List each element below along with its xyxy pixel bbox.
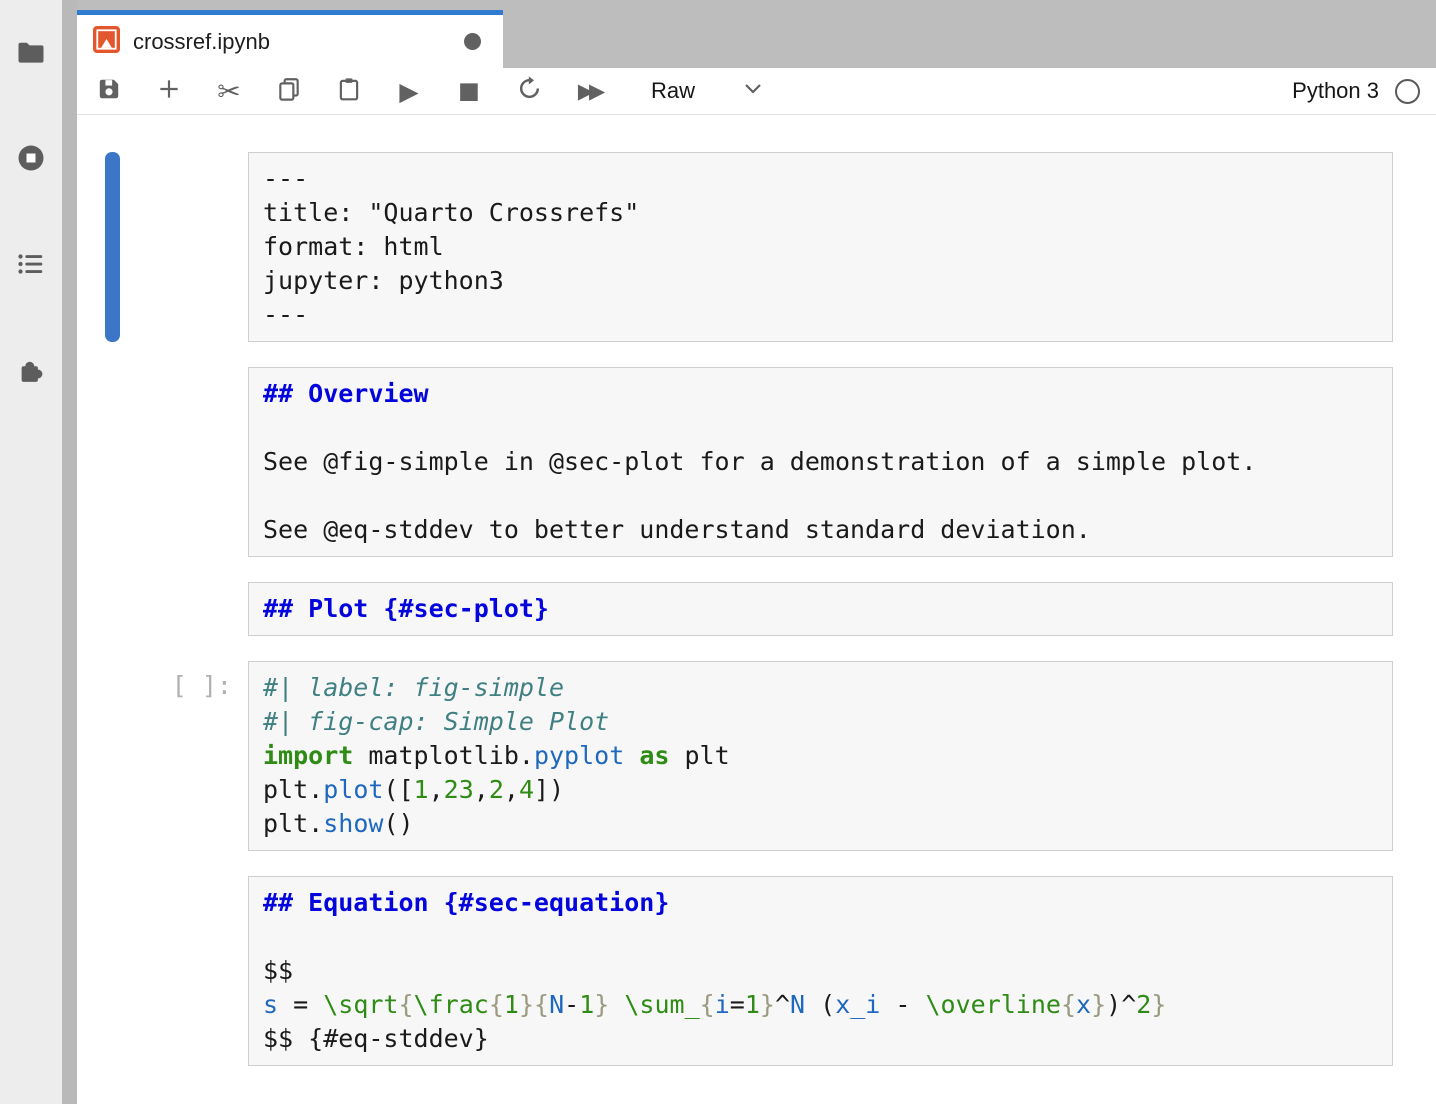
activity-sidebar — [0, 0, 62, 1104]
run-cell-button[interactable]: ▶ — [397, 77, 421, 105]
code-line: --- — [263, 298, 1392, 332]
active-cell-indicator[interactable] — [105, 152, 120, 342]
tab-crossref-notebook[interactable]: crossref.ipynb — [77, 10, 503, 68]
cell-editor[interactable]: ## Plot {#sec-plot} — [248, 582, 1393, 636]
scissors-icon: ✂ — [217, 75, 240, 108]
folder-icon — [16, 37, 46, 67]
copy-cells-button[interactable] — [277, 77, 301, 105]
tab-title: crossref.ipynb — [133, 29, 464, 55]
restart-icon — [516, 75, 543, 107]
sidebar-item-file-browser[interactable] — [0, 20, 62, 84]
cell-plot-heading-markdown[interactable]: ## Plot {#sec-plot} — [248, 582, 1393, 636]
interrupt-kernel-button[interactable]: ■ — [457, 77, 481, 105]
notebook-content: ---title: "Quarto Crossrefs"format: html… — [77, 115, 1436, 1104]
kernel-name-button[interactable]: Python 3 — [1292, 78, 1379, 104]
sidebar-item-table-of-contents[interactable] — [0, 232, 62, 296]
sidebar-item-running-kernels[interactable] — [0, 126, 62, 190]
chevron-down-icon — [743, 82, 763, 101]
code-line: ## Equation {#sec-equation} — [263, 886, 1392, 920]
insert-cell-button[interactable] — [157, 77, 181, 105]
extensions-icon — [16, 355, 46, 385]
notebook-toolbar: ✂ ▶ ■ ▶▶ Raw — [77, 68, 1436, 115]
cell-equation-markdown[interactable]: ## Equation {#sec-equation} $$s = \sqrt{… — [248, 876, 1393, 1066]
cell-editor[interactable]: ## Equation {#sec-equation} $$s = \sqrt{… — [248, 876, 1393, 1066]
save-icon — [96, 76, 122, 107]
code-line: title: "Quarto Crossrefs" — [263, 196, 1392, 230]
execution-prompt: [ ]: — [82, 671, 232, 700]
plus-icon — [156, 76, 182, 107]
restart-kernel-button[interactable] — [517, 77, 541, 105]
code-line: --- — [263, 162, 1392, 196]
cell-type-dropdown[interactable]: Raw — [651, 78, 763, 104]
code-line: plt.plot([1,23,2,4]) — [263, 773, 1392, 807]
save-button[interactable] — [97, 77, 121, 105]
code-line: $$ — [263, 954, 1392, 988]
code-line: #| label: fig-simple — [263, 671, 1392, 705]
cut-cells-button[interactable]: ✂ — [217, 77, 241, 105]
kernel-status-indicator — [1395, 79, 1420, 104]
notebook-panel: crossref.ipynb ✂ ▶ — [77, 0, 1436, 1104]
run-icon: ▶ — [399, 77, 418, 106]
code-line — [263, 920, 1392, 954]
cell-editor[interactable]: #| label: fig-simple#| fig-cap: Simple P… — [248, 661, 1393, 851]
cell-type-value: Raw — [651, 78, 695, 104]
fast-forward-icon: ▶▶ — [578, 79, 600, 103]
code-line: ## Overview — [263, 377, 1392, 411]
code-line: jupyter: python3 — [263, 264, 1392, 298]
sidebar-splitter[interactable] — [62, 0, 77, 1104]
cell-frontmatter-raw[interactable]: ---title: "Quarto Crossrefs"format: html… — [248, 152, 1393, 342]
code-line: format: html — [263, 230, 1392, 264]
notebook-file-icon — [93, 26, 120, 58]
code-line: #| fig-cap: Simple Plot — [263, 705, 1392, 739]
cell-editor[interactable]: ---title: "Quarto Crossrefs"format: html… — [248, 152, 1393, 342]
code-line: See @eq-stddev to better understand stan… — [263, 513, 1392, 547]
tab-bar: crossref.ipynb — [77, 0, 1436, 68]
cell-overview-markdown[interactable]: ## Overview See @fig-simple in @sec-plot… — [248, 367, 1393, 557]
restart-run-all-button[interactable]: ▶▶ — [577, 77, 601, 105]
code-line — [263, 479, 1392, 513]
sidebar-item-extensions[interactable] — [0, 338, 62, 402]
code-line: s = \sqrt{\frac{1}{N-1} \sum_{i=1}^N (x_… — [263, 988, 1392, 1022]
stop-icon: ■ — [458, 78, 480, 104]
paste-icon — [336, 76, 362, 107]
code-line: See @fig-simple in @sec-plot for a demon… — [263, 445, 1392, 479]
cell-list: ---title: "Quarto Crossrefs"format: html… — [248, 152, 1393, 1066]
paste-cells-button[interactable] — [337, 77, 361, 105]
code-line — [263, 411, 1392, 445]
cell-plot-code[interactable]: [ ]:#| label: fig-simple#| fig-cap: Simp… — [248, 661, 1393, 851]
code-line: plt.show() — [263, 807, 1392, 841]
code-line: $$ {#eq-stddev} — [263, 1022, 1392, 1056]
code-line: ## Plot {#sec-plot} — [263, 592, 1392, 626]
table-of-contents-icon — [16, 249, 46, 279]
code-line: import matplotlib.pyplot as plt — [263, 739, 1392, 773]
running-icon — [16, 143, 46, 173]
unsaved-changes-indicator[interactable] — [464, 33, 481, 50]
copy-icon — [276, 76, 302, 107]
cell-editor[interactable]: ## Overview See @fig-simple in @sec-plot… — [248, 367, 1393, 557]
